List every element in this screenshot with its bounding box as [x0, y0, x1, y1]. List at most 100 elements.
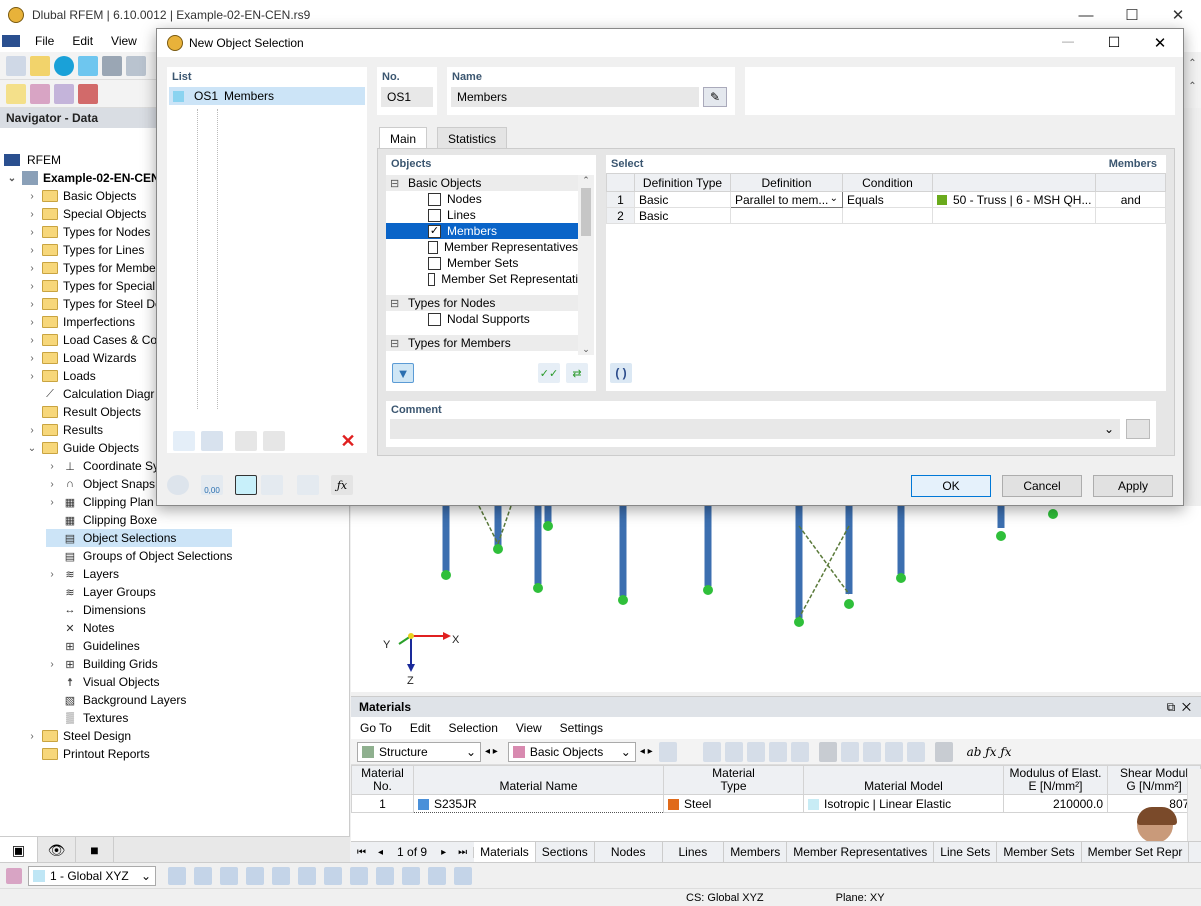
scrollbar-thumb[interactable] [581, 188, 591, 236]
cell-definition[interactable] [730, 207, 843, 224]
prev-next-arrows[interactable]: ◂ ▸ [485, 746, 498, 757]
snap-icon[interactable] [194, 866, 212, 885]
chevron-right-icon[interactable]: › [46, 569, 58, 580]
objects-item[interactable]: Member Sets [386, 255, 578, 271]
collapse-icon[interactable]: ⊟ [390, 177, 402, 190]
tree-item[interactable]: ▦ Clipping Boxe [46, 511, 346, 529]
copy-row-icon[interactable] [790, 741, 809, 762]
tab-member-set-repr[interactable]: Member Set Repr [1082, 842, 1190, 862]
chevron-right-icon[interactable]: › [26, 425, 38, 436]
tree-item[interactable]: ▧ Background Layers [46, 691, 346, 709]
tree-item[interactable]: ▤ Groups of Object Selections [46, 547, 346, 565]
objects-group[interactable]: ⊟ Types for Nodes [386, 295, 578, 311]
next-page-icon[interactable]: ▸ [435, 847, 452, 858]
snap-icon[interactable] [324, 866, 342, 885]
tree-item[interactable]: ≋ Layer Groups [46, 583, 346, 601]
member-tool-icon[interactable] [54, 84, 74, 104]
chevron-right-icon[interactable]: › [26, 227, 38, 238]
print-icon[interactable] [102, 56, 122, 76]
snap-icon[interactable] [272, 866, 290, 885]
chevron-right-icon[interactable]: › [46, 659, 58, 670]
delete-row-icon[interactable] [768, 741, 787, 762]
chevron-right-icon[interactable]: › [26, 335, 38, 346]
arrow-right-icon[interactable] [906, 741, 925, 762]
c-icon[interactable] [54, 56, 74, 76]
chevron-down-icon[interactable]: ⌄ [6, 173, 18, 184]
cancel-button[interactable]: Cancel [1002, 475, 1082, 497]
filter-icon[interactable]: ▼ [392, 363, 414, 383]
minimize-icon[interactable]: — [1045, 34, 1091, 52]
tree-item[interactable]: ▤ Object Selections [46, 529, 232, 547]
chevron-right-icon[interactable]: › [26, 245, 38, 256]
cell-definition-type[interactable]: Basic [634, 207, 731, 224]
prev-page-icon[interactable]: ◂ [372, 847, 389, 858]
checkbox[interactable] [428, 208, 441, 222]
model-icon[interactable] [78, 56, 98, 76]
materials-menu-goto[interactable]: Go To [351, 721, 401, 735]
tab-lines[interactable]: Lines [663, 842, 725, 862]
minimize-icon[interactable]: — [1063, 0, 1109, 30]
materials-menu-edit[interactable]: Edit [401, 721, 440, 735]
clear-icon[interactable] [818, 741, 837, 762]
tab-materials[interactable]: Materials [474, 842, 536, 862]
copy-list-item-icon[interactable] [201, 431, 223, 451]
check-all-icon[interactable] [235, 431, 257, 451]
menu-file[interactable]: File [26, 34, 63, 48]
color-icon[interactable] [235, 475, 257, 495]
cell-value[interactable]: 50 - Truss | 6 - MSH QH... [931, 191, 1097, 208]
cell-no[interactable]: 1 [351, 794, 414, 813]
snap-icon[interactable] [246, 866, 264, 885]
apply-button[interactable]: Apply [1093, 475, 1173, 497]
comment-library-icon[interactable] [1126, 419, 1150, 439]
support-tool-icon[interactable] [78, 84, 98, 104]
toggle-check-icon[interactable]: ⇄ [566, 363, 588, 383]
panel-restore-icon[interactable]: ⧉ ✕ [1167, 700, 1191, 715]
materials-menu-view[interactable]: View [507, 721, 551, 735]
tab-main[interactable]: Main [379, 127, 428, 149]
chevron-down-icon[interactable]: ⌄ [26, 443, 38, 454]
star-icon[interactable] [6, 84, 26, 104]
tree-item[interactable]: ▒ Textures [46, 709, 346, 727]
menu-view[interactable]: View [102, 34, 146, 48]
chevron-up-icon[interactable]: ⌃ [1184, 58, 1201, 69]
chevron-down-icon[interactable]: ⌄ [1104, 422, 1114, 436]
open-icon[interactable] [30, 56, 50, 76]
checkbox[interactable] [428, 312, 441, 326]
last-page-icon[interactable]: ⏭ [452, 846, 475, 858]
tree-item[interactable]: ✕ Notes [46, 619, 346, 637]
tree-item[interactable]: › ≋ Layers [46, 565, 346, 583]
data-tab-icon[interactable]: ▣ [0, 837, 38, 863]
checkbox[interactable]: ✓ [428, 224, 441, 238]
snap-icon[interactable] [376, 866, 394, 885]
ok-button[interactable]: OK [911, 475, 991, 497]
chevron-down-icon[interactable]: ⌄ [578, 344, 594, 355]
maximize-icon[interactable]: ☐ [1109, 0, 1155, 30]
object-type-combo[interactable]: Basic Objects ⌄ [507, 741, 636, 762]
tree-item[interactable]: ⊞ Guidelines [46, 637, 346, 655]
add-row-icon[interactable] [746, 741, 765, 762]
checkbox[interactable] [428, 272, 436, 286]
table-row[interactable]: 2 Basic [606, 207, 1166, 224]
export-icon[interactable] [862, 741, 881, 762]
formula-icons[interactable]: ab ƒx ƒx [967, 745, 1012, 759]
tree-item[interactable]: › ⊞ Building Grids [46, 655, 346, 673]
chevron-right-icon[interactable]: › [26, 317, 38, 328]
objects-item[interactable]: Member Representatives [386, 239, 578, 255]
prev-next-arrows[interactable]: ◂ ▸ [640, 746, 653, 757]
chevron-right-icon[interactable]: › [46, 461, 58, 472]
snap-icon[interactable] [168, 866, 186, 885]
model-viewport[interactable]: X Y Z [351, 506, 1201, 692]
delete-icon[interactable]: ✕ [337, 431, 359, 451]
chevron-right-icon[interactable]: › [26, 263, 38, 274]
table-row[interactable]: 1 Basic Parallel to mem... ⌄ Equals 50 - … [606, 191, 1166, 208]
units-icon[interactable]: 0,00 [201, 475, 223, 495]
snap-icon[interactable] [428, 866, 446, 885]
table-row[interactable]: 1 S235JR Steel Isotropic | Linear Elasti… [351, 794, 1201, 813]
comment-field[interactable]: ⌄ [390, 419, 1120, 439]
tab-sections[interactable]: Sections [536, 842, 595, 862]
chevron-right-icon[interactable]: › [26, 281, 38, 292]
snap-icon[interactable] [402, 866, 420, 885]
cs-icon[interactable] [6, 867, 22, 884]
cell-condition[interactable] [842, 207, 933, 224]
structure-combo[interactable]: Structure ⌄ [357, 741, 481, 762]
